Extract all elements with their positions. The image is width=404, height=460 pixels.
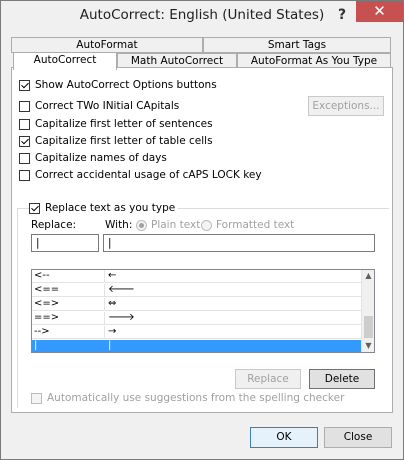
checkbox-label: Capitalize first letter of sentences xyxy=(35,118,213,130)
correct-two-initial-capitals-checkbox[interactable]: Correct TWo INitial CApitals xyxy=(19,99,179,113)
scroll-up-icon[interactable]: ▲ xyxy=(362,270,374,282)
checkbox-label: Replace text as you type xyxy=(45,202,176,214)
with-label: With: xyxy=(105,219,133,231)
checkbox-box[interactable] xyxy=(29,202,40,214)
exceptions-button[interactable]: Exceptions... xyxy=(308,96,384,116)
close-window-button[interactable]: ✕ xyxy=(356,1,403,22)
spelling-suggestions-checkbox[interactable]: Automatically use suggestions from the s… xyxy=(31,391,344,405)
tab-autoformat[interactable]: AutoFormat xyxy=(11,37,203,53)
entry-with-text: ⇔ xyxy=(108,298,117,309)
list-scrollbar[interactable]: ▲ ▼ xyxy=(361,270,374,352)
capitalize-sentences-checkbox[interactable]: Capitalize first letter of sentences xyxy=(19,117,213,131)
checkbox-box[interactable] xyxy=(31,392,42,404)
column-divider xyxy=(104,340,105,352)
replace-label: Replace: xyxy=(31,219,77,231)
list-item[interactable]: ==> 🡒 xyxy=(32,312,362,325)
show-autocorrect-options-checkbox[interactable]: Show AutoCorrect Options buttons xyxy=(19,78,217,92)
scroll-down-icon[interactable]: ▼ xyxy=(362,340,374,352)
tab-autocorrect[interactable]: AutoCorrect xyxy=(13,52,117,70)
autocorrect-dialog: AutoCorrect: English (United States) ? ✕… xyxy=(0,0,404,460)
checkbox-box[interactable] xyxy=(19,79,30,91)
list-item[interactable]: <=> ⇔ xyxy=(32,298,362,311)
scroll-thumb[interactable] xyxy=(364,316,373,338)
close-button[interactable]: Close xyxy=(324,427,392,448)
tab-smart-tags[interactable]: Smart Tags xyxy=(203,37,391,53)
with-input[interactable]: | xyxy=(103,234,375,252)
checkbox-box[interactable] xyxy=(19,169,30,181)
checkbox-label: Automatically use suggestions from the s… xyxy=(47,392,345,404)
replace-as-you-type-checkbox[interactable]: Replace text as you type xyxy=(29,201,179,215)
plain-text-label: Plain text xyxy=(151,219,201,231)
checkbox-label: Capitalize first letter of table cells xyxy=(35,135,213,147)
formatted-text-radio[interactable] xyxy=(201,220,212,231)
entry-with-text: 🡐 xyxy=(108,284,135,295)
column-divider xyxy=(104,326,105,339)
checkbox-box[interactable] xyxy=(19,118,30,130)
checkbox-label: Correct TWo INitial CApitals xyxy=(35,100,180,112)
help-button[interactable]: ? xyxy=(331,4,353,26)
title-bar: AutoCorrect: English (United States) ? ✕ xyxy=(1,1,403,31)
capitalize-days-checkbox[interactable]: Capitalize names of days xyxy=(19,151,167,165)
list-item[interactable]: --> → xyxy=(32,326,362,339)
autocorrect-entries-list[interactable]: <-- ← <== 🡐 <=> ⇔ ==> 🡒 --> → | | ▲ ▼ xyxy=(31,269,375,353)
checkbox-box[interactable] xyxy=(19,152,30,164)
list-item[interactable]: <-- ← xyxy=(32,270,362,283)
entry-with-text: | xyxy=(108,340,112,351)
column-divider xyxy=(104,270,105,283)
plain-text-radio[interactable] xyxy=(136,220,147,231)
tab-label: AutoCorrect xyxy=(33,54,97,66)
checkbox-label: Capitalize names of days xyxy=(35,152,167,164)
entry-replace-text: <-- xyxy=(34,270,50,281)
entry-replace-text: ==> xyxy=(34,312,60,323)
formatted-text-label: Formatted text xyxy=(216,219,295,231)
replace-button[interactable]: Replace xyxy=(235,369,301,389)
entry-with-text: ← xyxy=(108,270,117,281)
checkbox-box[interactable] xyxy=(19,100,30,112)
capitalize-table-cells-checkbox[interactable]: Capitalize first letter of table cells xyxy=(19,134,213,148)
ok-button[interactable]: OK xyxy=(250,427,318,448)
tab-label: Math AutoCorrect xyxy=(130,55,224,67)
entry-replace-text: --> xyxy=(34,326,50,337)
checkbox-label: Correct accidental usage of cAPS LOCK ke… xyxy=(35,169,262,181)
delete-button[interactable]: Delete xyxy=(309,369,375,389)
list-item-selected[interactable]: | | xyxy=(32,340,362,352)
list-item[interactable]: <== 🡐 xyxy=(32,284,362,297)
column-divider xyxy=(104,312,105,325)
entry-replace-text: <== xyxy=(34,284,60,295)
caps-lock-checkbox[interactable]: Correct accidental usage of cAPS LOCK ke… xyxy=(19,168,262,182)
entry-with-text: 🡒 xyxy=(108,312,135,323)
tab-label: AutoFormat xyxy=(76,39,138,51)
tab-label: AutoFormat As You Type xyxy=(250,55,378,67)
checkbox-box[interactable] xyxy=(19,135,30,147)
entry-replace-text: | xyxy=(34,340,38,351)
entry-replace-text: <=> xyxy=(34,298,60,309)
replace-input[interactable]: | xyxy=(31,234,99,252)
checkbox-label: Show AutoCorrect Options buttons xyxy=(35,79,217,91)
column-divider xyxy=(104,284,105,297)
tab-label: Smart Tags xyxy=(267,39,327,51)
column-divider xyxy=(104,298,105,311)
entry-with-text: → xyxy=(108,326,117,337)
